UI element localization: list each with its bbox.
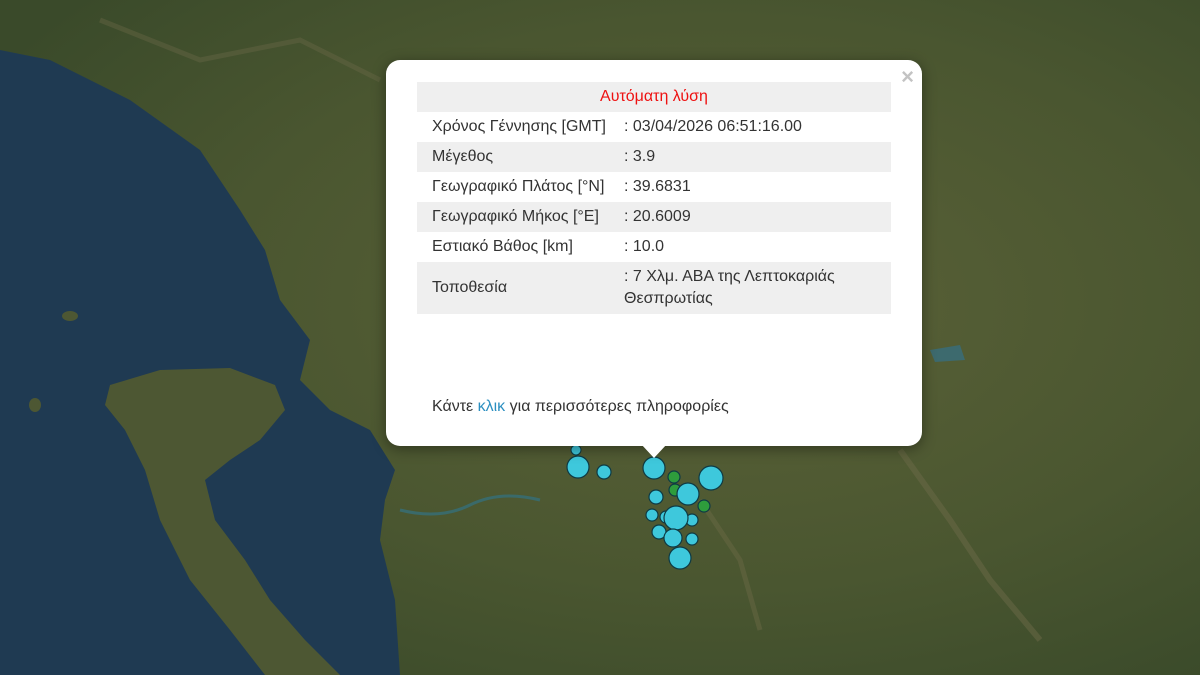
info-row-magnitude: Μέγεθος : 3.9 (417, 142, 891, 172)
quake-marker-selected[interactable] (642, 456, 666, 480)
info-row-origin-time: Χρόνος Γέννησης [GMT] : 03/04/2026 06:51… (417, 112, 891, 142)
more-info-text: Κάντε κλικ για περισσότερες πληροφορίες (432, 398, 729, 416)
quake-marker[interactable] (698, 465, 724, 491)
row-label: Εστιακό Βάθος [km] (432, 238, 573, 255)
row-label: Χρόνος Γέννησης [GMT] (432, 118, 606, 135)
row-label: Γεωγραφικό Μήκος [°E] (417, 202, 620, 232)
row-label: Γεωγραφικό Πλάτος [°N] (432, 178, 605, 195)
quake-marker[interactable] (645, 508, 659, 522)
quake-marker[interactable] (566, 455, 590, 479)
popup-header-row: Αυτόματη λύση (417, 82, 891, 112)
small-islet (29, 398, 41, 412)
info-row-longitude: Γεωγραφικό Μήκος [°E] : 20.6009 (417, 202, 891, 232)
earthquake-info-popup: × Αυτόματη λύση Χρόνος Γέννησης [GMT] : … (386, 60, 922, 446)
row-value: : 10.0 (624, 238, 665, 255)
quake-marker[interactable] (668, 546, 692, 570)
quake-marker[interactable] (596, 464, 612, 480)
earthquake-info-table: Αυτόματη λύση Χρόνος Γέννησης [GMT] : 03… (417, 82, 891, 314)
row-label: Τοποθεσία (417, 262, 620, 314)
more-info-link[interactable]: κλικ (478, 398, 506, 415)
row-value: : 20.6009 (620, 202, 891, 232)
quake-marker-green[interactable] (667, 470, 681, 484)
quake-marker[interactable] (663, 505, 689, 531)
quake-marker[interactable] (685, 532, 699, 546)
row-value: : 39.6831 (624, 178, 691, 195)
info-row-location: Τοποθεσία : 7 Χλμ. ΑΒΑ της Λεπτοκαριάς Θ… (417, 262, 891, 314)
row-value: : 03/04/2026 06:51:16.00 (624, 118, 802, 135)
quake-marker[interactable] (648, 489, 664, 505)
more-info-suffix: για περισσότερες πληροφορίες (505, 398, 729, 415)
quake-marker[interactable] (663, 528, 683, 548)
quake-marker-green[interactable] (697, 499, 711, 513)
row-label: Μέγεθος (417, 142, 620, 172)
popup-header: Αυτόματη λύση (417, 82, 891, 112)
quake-marker[interactable] (570, 444, 582, 456)
quake-marker[interactable] (676, 482, 700, 506)
info-row-depth: Εστιακό Βάθος [km] : 10.0 (417, 232, 891, 262)
row-value: : 7 Χλμ. ΑΒΑ της Λεπτοκαριάς Θεσπρωτίας (620, 262, 891, 314)
more-info-prefix: Κάντε (432, 398, 478, 415)
row-value: : 3.9 (620, 142, 891, 172)
info-row-latitude: Γεωγραφικό Πλάτος [°N] : 39.6831 (417, 172, 891, 202)
popup-tip (641, 444, 667, 458)
small-island (62, 311, 78, 321)
close-icon[interactable]: × (901, 66, 914, 88)
